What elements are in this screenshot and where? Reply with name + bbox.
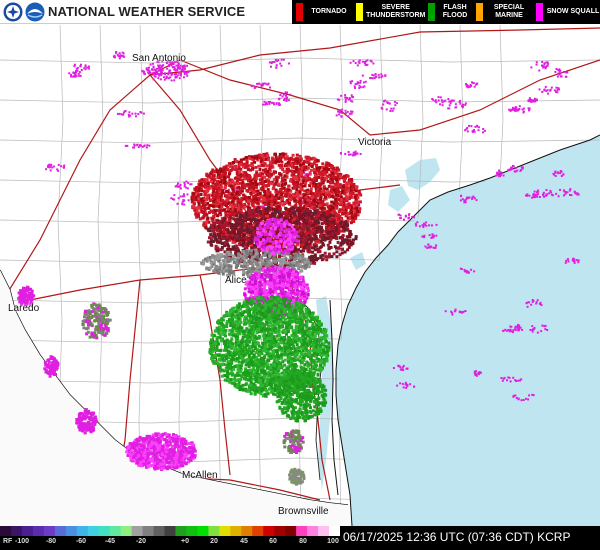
legend-swatch — [536, 3, 543, 21]
colorbar-segment — [241, 526, 253, 536]
legend-item-snow-squall: SNOW SQUALL — [532, 0, 600, 24]
city-label-brownsville: Brownsville — [278, 506, 329, 517]
colorbar-segment — [142, 526, 155, 536]
colorbar-tick-label: -20 — [135, 538, 147, 545]
colorbar-segment — [307, 526, 319, 536]
colorbar-segment — [120, 526, 133, 536]
city-label-victoria: Victoria — [358, 137, 392, 148]
colorbar-segment — [175, 526, 188, 536]
header-bar: NATIONAL WEATHER SERVICE TORNADO SEVERE T… — [0, 0, 600, 24]
colorbar-tick-label: 45 — [240, 538, 248, 545]
colorbar-segment — [43, 526, 56, 536]
colorbar-segment — [296, 526, 308, 536]
city-label-mcallen: McAllen — [182, 470, 218, 481]
warnings-legend: TORNADO SEVERE THUNDERSTORM FLASH FLOOD SPE… — [292, 0, 600, 24]
colorbar-tick-label: 100 — [327, 538, 339, 545]
colorbar-segment — [153, 526, 166, 536]
colorbar-tick-label: +0 — [181, 538, 189, 545]
nws-logo-icon — [3, 2, 23, 22]
legend-item-special-marine: SPECIAL MARINE — [472, 0, 532, 24]
colorbar-segment — [98, 526, 111, 536]
legend-swatch — [428, 3, 435, 21]
colorbar-segment — [230, 526, 242, 536]
legend-label: SPECIAL MARINE — [493, 4, 525, 19]
colorbar-segment — [32, 526, 45, 536]
colorbar-segment — [54, 526, 67, 536]
colorbar-tick-label: 80 — [299, 538, 307, 545]
colorbar-segment — [274, 526, 286, 536]
colorbar-segment — [186, 526, 199, 536]
colorbar-tick-label: -45 — [104, 538, 116, 545]
colorbar-segment — [318, 526, 330, 536]
colorbar-segment — [263, 526, 275, 536]
colorbar-segment — [21, 526, 34, 536]
radar-map[interactable] — [0, 0, 600, 550]
legend-swatch — [296, 3, 303, 21]
colorbar-segment — [10, 526, 23, 536]
colorbar-segment — [197, 526, 209, 536]
colorbar-segment — [0, 526, 12, 536]
colorbar-segment — [252, 526, 264, 536]
colorbar-segment — [208, 526, 220, 536]
noaa-logo-icon — [25, 2, 45, 22]
legend-item-severe-thunderstorm: SEVERE THUNDERSTORM — [352, 0, 426, 24]
colorbar-tick-label: 20 — [210, 538, 218, 545]
colorbar-segment — [219, 526, 231, 536]
colorbar-tick-label: -100 — [14, 538, 30, 545]
colorbar-tick-label: -80 — [45, 538, 57, 545]
colorbar-segment — [285, 526, 297, 536]
colorbar-segment — [65, 526, 78, 536]
legend-label: SEVERE THUNDERSTORM — [366, 4, 426, 19]
colorbar-segment — [109, 526, 122, 536]
colorbar-tick-label: -60 — [75, 538, 87, 545]
legend-item-flash-flood: FLASH FLOOD — [424, 0, 472, 24]
legend-label: FLASH FLOOD — [442, 4, 468, 19]
legend-swatch — [356, 3, 363, 21]
reflectivity-colorbar — [0, 526, 340, 536]
city-label-laredo: Laredo — [8, 303, 40, 314]
colorbar-segment — [329, 526, 340, 536]
colorbar-segment — [164, 526, 177, 536]
colorbar-segment — [131, 526, 144, 536]
colorbar-tick-label: 60 — [269, 538, 277, 545]
colorbar-prefix: RF — [3, 538, 13, 545]
legend-label: TORNADO — [311, 8, 347, 15]
radar-viewer: San Antonio Victoria Laredo Alice McAlle… — [0, 0, 600, 550]
city-label-san-antonio: San Antonio — [132, 53, 186, 64]
colorbar-segment — [87, 526, 100, 536]
legend-swatch — [476, 3, 483, 21]
legend-label: SNOW SQUALL — [546, 8, 600, 15]
header-title: NATIONAL WEATHER SERVICE — [48, 4, 246, 19]
city-label-alice: Alice — [225, 275, 247, 286]
colorbar-segment — [76, 526, 89, 536]
legend-item-tornado: TORNADO — [292, 0, 352, 24]
radar-timestamp: 06/17/2025 12:36 UTC (07:36 CDT) KCRP — [343, 530, 571, 544]
